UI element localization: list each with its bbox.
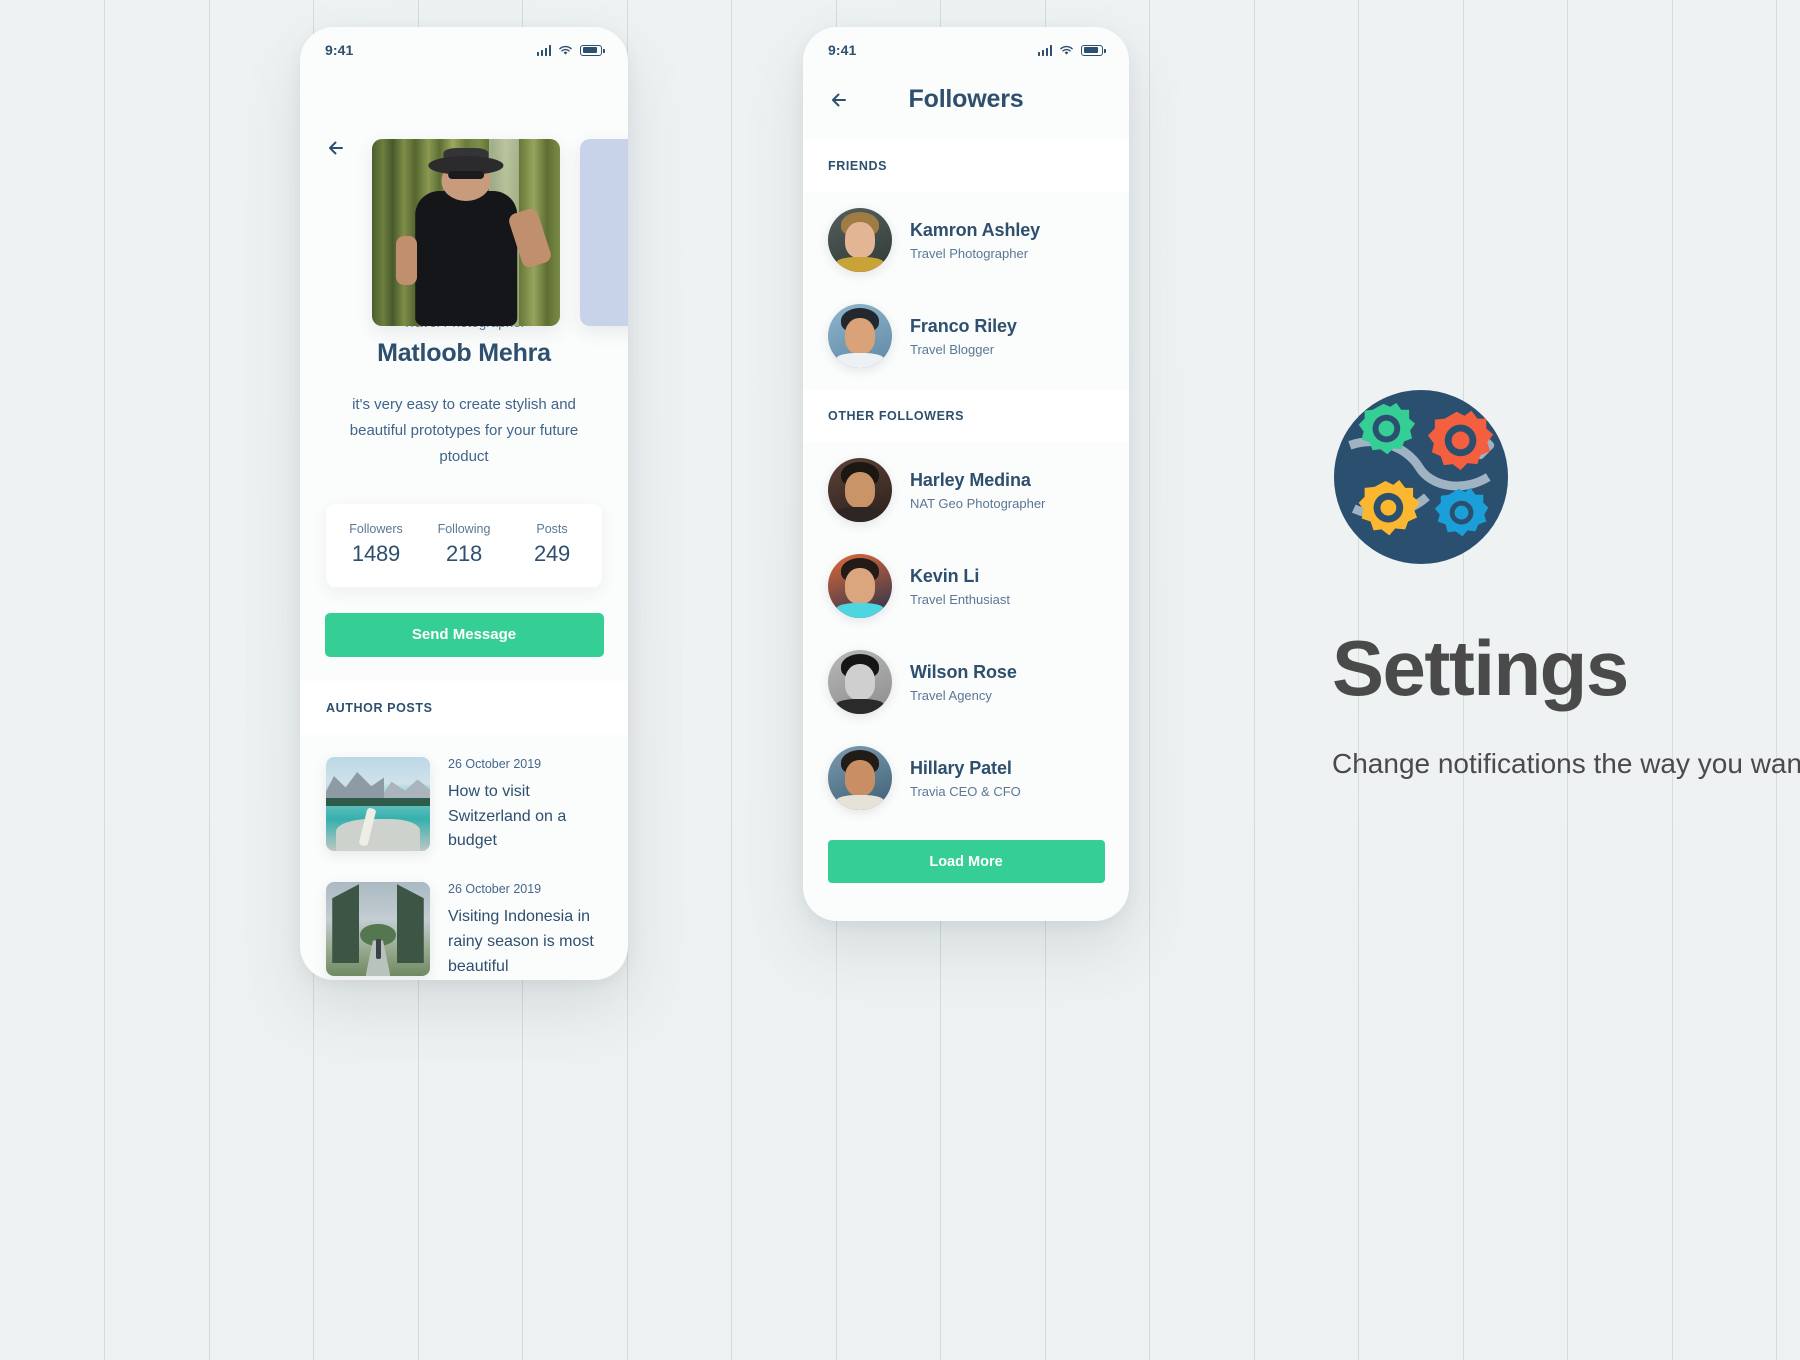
profile-bio: it's very easy to create stylish and bea… <box>349 396 579 465</box>
list-item[interactable]: Wilson Rose Travel Agency <box>803 634 1129 730</box>
status-time: 9:41 <box>325 42 354 58</box>
stat-label: Followers <box>349 521 403 536</box>
status-icons <box>1037 44 1106 56</box>
send-message-button[interactable]: Send Message <box>324 612 604 657</box>
cellular-signal-icon <box>1037 44 1052 56</box>
status-time: 9:41 <box>828 42 857 58</box>
avatar <box>828 746 892 810</box>
profile-name: Matloob Mehra <box>377 339 551 367</box>
stat-label: Posts <box>536 521 568 536</box>
grid-line <box>104 0 105 1360</box>
person-name: Kevin Li <box>910 565 980 586</box>
person-text: Kevin Li Travel Enthusiast <box>910 566 1010 607</box>
wifi-icon <box>559 45 572 55</box>
list-item[interactable]: Harley Medina NAT Geo Photographer <box>803 442 1129 538</box>
page-description: Change notifications the way you want to… <box>1332 748 1800 779</box>
person-name: Harley Medina <box>910 469 1031 490</box>
person-name: Franco Riley <box>910 315 1017 336</box>
person-role: Travia CEO & CFO <box>910 783 1021 799</box>
friends-list: Kamron Ashley Travel Photographer Franco… <box>803 192 1129 384</box>
grid-line <box>209 0 210 1360</box>
cellular-signal-icon <box>536 44 551 56</box>
gears-globe-icon <box>1333 389 1509 565</box>
phone-screen-profile: 9:41 Matloob Mehra it's very easy to cre… <box>300 27 628 980</box>
profile-stats-card: Followers 1489 Following 218 Posts 249 <box>326 503 602 587</box>
grid-line <box>731 0 732 1360</box>
person-text: Hillary Patel Travia CEO & CFO <box>910 758 1021 799</box>
status-icons <box>536 44 605 56</box>
section-header-other-followers: OTHER FOLLOWERS <box>803 390 1129 442</box>
stat-label: Following <box>437 521 491 536</box>
post-date: 26 October 2019 <box>448 882 542 897</box>
person-text: Harley Medina NAT Geo Photographer <box>910 470 1045 511</box>
person-name: Kamron Ashley <box>910 219 1041 240</box>
profile-photo-carousel[interactable] <box>372 139 628 326</box>
post-title[interactable]: Visiting Indonesia in rainy season is mo… <box>448 905 602 979</box>
stat-following[interactable]: Following 218 <box>420 522 508 567</box>
wifi-icon <box>1060 45 1073 55</box>
list-item[interactable]: Hillary Patel Travia CEO & CFO <box>803 730 1129 826</box>
bamboo-portrait-image <box>372 139 560 326</box>
post-text: 26 October 2019 How to visit Switzerland… <box>448 757 602 854</box>
grid-line <box>1254 0 1255 1360</box>
back-arrow-icon[interactable] <box>828 87 854 113</box>
person-role: Travel Agency <box>910 687 992 703</box>
list-item[interactable]: Kevin Li Travel Enthusiast <box>803 538 1129 634</box>
stat-value: 218 <box>445 540 483 566</box>
stat-value: 249 <box>533 540 571 566</box>
person-text: Kamron Ashley Travel Photographer <box>910 220 1040 261</box>
stat-posts[interactable]: Posts 249 <box>508 522 596 567</box>
person-role: Travel Enthusiast <box>910 591 1010 607</box>
post-title[interactable]: How to visit Switzerland on a budget <box>448 780 602 854</box>
profile-hero <box>300 73 628 326</box>
bali-gate-photo <box>326 882 430 977</box>
person-role: Travel Blogger <box>910 341 995 357</box>
battery-icon <box>1081 44 1106 56</box>
person-name: Wilson Rose <box>910 661 1017 682</box>
phone-screen-followers: 9:41 Followers FRIENDS Kamron Ashley Tra… <box>803 27 1129 921</box>
canvas: 9:41 Matloob Mehra it's very easy to cre… <box>0 0 1800 1360</box>
followers-header: Followers <box>803 73 1129 140</box>
avatar <box>828 458 892 522</box>
avatar <box>828 554 892 618</box>
post-thumbnail <box>326 756 430 851</box>
person-name: Hillary Patel <box>910 757 1012 778</box>
post-list-item[interactable]: 26 October 2019 How to visit Switzerland… <box>326 756 602 854</box>
stat-followers[interactable]: Followers 1489 <box>332 522 420 567</box>
settings-panel: Settings Change notifications the way yo… <box>1332 388 1800 792</box>
page-title: Settings <box>1332 624 1629 712</box>
status-bar: 9:41 <box>803 27 1129 73</box>
author-posts-list: 26 October 2019 How to visit Switzerland… <box>300 735 628 980</box>
grid-line <box>1149 0 1150 1360</box>
post-thumbnail <box>326 882 430 977</box>
post-list-item[interactable]: 26 October 2019 Visiting Indonesia in ra… <box>326 882 602 979</box>
person-text: Franco Riley Travel Blogger <box>910 316 1017 357</box>
stat-value: 1489 <box>351 540 401 566</box>
list-item[interactable]: Franco Riley Travel Blogger <box>803 288 1129 384</box>
lake-mountains-photo <box>326 756 430 851</box>
section-header-friends: FRIENDS <box>803 140 1129 192</box>
person-role: NAT Geo Photographer <box>910 495 1046 511</box>
back-arrow-icon[interactable] <box>325 135 351 161</box>
avatar <box>828 208 892 272</box>
list-item[interactable]: Kamron Ashley Travel Photographer <box>803 192 1129 288</box>
avatar <box>828 304 892 368</box>
avatar <box>828 650 892 714</box>
person-text: Wilson Rose Travel Agency <box>910 662 1017 703</box>
page-title: Followers <box>908 85 1024 113</box>
author-posts-section-header: AUTHOR POSTS <box>300 680 628 735</box>
person-role: Travel Photographer <box>910 245 1029 261</box>
profile-photo[interactable] <box>372 139 560 326</box>
status-bar: 9:41 <box>300 27 628 73</box>
post-text: 26 October 2019 Visiting Indonesia in ra… <box>448 882 602 979</box>
other-followers-list: Harley Medina NAT Geo Photographer Kevin… <box>803 442 1129 826</box>
profile-photo-next[interactable] <box>580 139 628 326</box>
battery-icon <box>580 44 605 56</box>
load-more-button[interactable]: Load More <box>827 840 1105 883</box>
post-date: 26 October 2019 <box>448 756 542 771</box>
